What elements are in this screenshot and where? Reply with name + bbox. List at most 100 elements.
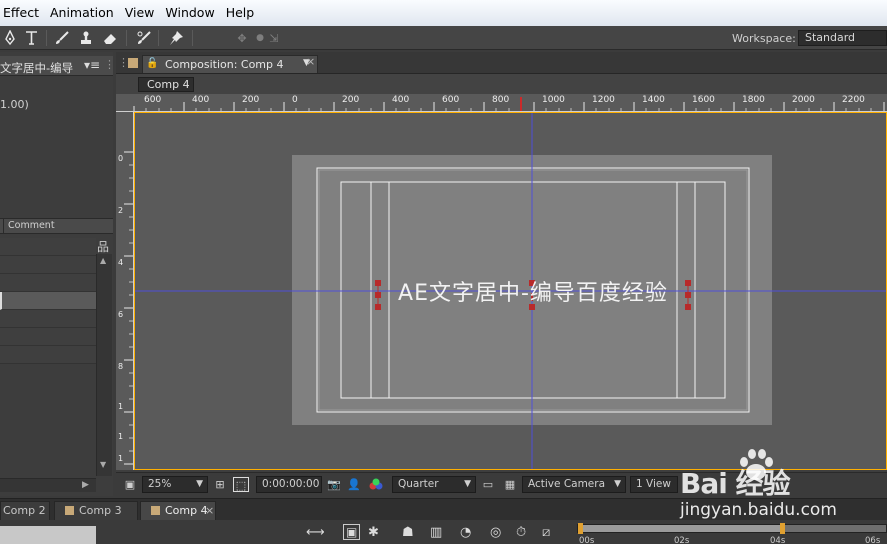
list-item[interactable] — [0, 310, 96, 328]
always-preview-icon[interactable]: ▣ — [122, 477, 138, 492]
composition-navigator: Comp 4 — [116, 74, 887, 94]
tab-comp-3[interactable]: Comp 3 — [54, 501, 138, 520]
lock-icon[interactable]: 🔓 — [146, 58, 158, 69]
list-item[interactable] — [0, 274, 96, 292]
clone-stamp-tool-icon[interactable] — [76, 28, 96, 48]
list-item[interactable] — [0, 238, 96, 256]
list-item-selected[interactable] — [0, 292, 96, 310]
resolution-value: Quarter — [398, 478, 439, 490]
resolution-select[interactable]: Quarter ▼ — [392, 476, 476, 493]
time-mark: 06s — [865, 536, 881, 544]
view-axis-icon[interactable]: ⇲ — [264, 28, 284, 48]
camera-view-value: Active Camera — [528, 478, 606, 490]
show-snapshot-icon[interactable]: 👤 — [346, 477, 362, 492]
list-item[interactable] — [0, 328, 96, 346]
ruler-v-label: 8 — [118, 362, 124, 371]
ruler-h-label: 200 — [242, 95, 260, 105]
work-area-start-handle[interactable] — [578, 523, 583, 534]
watermark-brand: Bai 经验 — [680, 467, 791, 500]
shy-layers-icon[interactable]: ☗ — [402, 525, 414, 540]
composition-tab[interactable]: 🔓 Composition: Comp 4 ▼ — [142, 55, 318, 73]
view-layout-value: 1 View — [636, 478, 671, 490]
frame-blending-icon[interactable]: ▥ — [430, 525, 442, 540]
chevron-down-icon: ▼ — [464, 479, 471, 489]
ruler-h-label: 200 — [342, 95, 360, 105]
chevron-down-icon: ▼ — [196, 479, 203, 489]
ruler-v-label: 1 — [118, 454, 124, 463]
list-item[interactable] — [0, 346, 96, 364]
tab-comp-2[interactable]: Comp 2 — [0, 501, 50, 520]
project-column-header: Comment — [0, 218, 113, 234]
live-update-icon[interactable]: ▣ — [343, 524, 361, 540]
comment-column-label[interactable]: Comment — [8, 220, 55, 231]
ruler-h-label: 1200 — [592, 95, 615, 105]
composition-viewer[interactable]: AE文字居中-编导百度经验 — [134, 112, 887, 470]
motion-blur-icon[interactable]: ◔ — [460, 525, 471, 540]
menu-window[interactable]: Window — [162, 0, 222, 26]
puppet-pin-tool-icon[interactable] — [166, 28, 186, 48]
auto-keyframe-icon[interactable]: ⏱ — [516, 525, 526, 540]
composition-icon — [151, 506, 160, 515]
draft-3d-icon[interactable]: ✱ — [368, 525, 379, 540]
column-divider[interactable] — [0, 219, 4, 233]
workspace-select[interactable]: Standard — [798, 30, 887, 46]
scroll-right-icon[interactable]: ▶ — [82, 480, 89, 490]
tab-comp-4-label: Comp 4 — [165, 504, 208, 517]
camera-view-select[interactable]: Active Camera ▼ — [522, 476, 626, 493]
graph-editor-icon[interactable]: ⧄ — [542, 525, 550, 540]
snapshot-camera-icon[interactable]: 📷 — [326, 477, 342, 492]
ruler-h-label: 800 — [492, 95, 510, 105]
close-icon[interactable]: × — [205, 502, 214, 519]
close-icon[interactable]: × — [306, 55, 315, 68]
composition-tab-label: Composition: Comp 4 — [165, 58, 284, 71]
composition-tabbar: ⋮ 🔓 Composition: Comp 4 ▼ × — [116, 52, 887, 74]
vertical-scrollbar[interactable]: ▲ ▼ — [96, 254, 112, 476]
ruler-h-label: 600 — [442, 95, 460, 105]
text-tool-icon[interactable] — [22, 28, 42, 48]
pen-tool-icon[interactable] — [0, 28, 20, 48]
safe-margins-icon[interactable]: ⊞ — [212, 477, 228, 492]
time-mark: 02s — [674, 536, 690, 544]
composition-mini-flowchart-icon[interactable]: ⟷ — [306, 525, 325, 540]
panel-menu-icon[interactable]: ▾≡ — [84, 58, 100, 72]
toolbar-separator — [192, 30, 193, 46]
magnification-select[interactable]: 25% ▼ — [142, 476, 208, 493]
menu-animation[interactable]: Animation — [47, 0, 122, 26]
ruler-h-label: 1000 — [542, 95, 565, 105]
menu-effect[interactable]: Effect — [0, 0, 47, 26]
horizontal-ruler[interactable]: 600 400 200 0 200 400 600 800 1000 1200 … — [116, 94, 887, 112]
view-layout-select[interactable]: 1 View — [630, 476, 678, 493]
brush-tool-icon[interactable] — [52, 28, 72, 48]
ruler-h-label: 1800 — [742, 95, 765, 105]
region-of-interest-icon[interactable]: ⬚ — [233, 477, 249, 492]
menu-help[interactable]: Help — [223, 0, 263, 26]
vertical-ruler[interactable]: 0 2 4 6 8 1 1 1 — [116, 112, 134, 470]
roto-brush-tool-icon[interactable] — [134, 28, 154, 48]
tab-comp-2-label: Comp 2 — [3, 504, 46, 517]
toolbar-separator — [126, 30, 127, 46]
local-axis-icon[interactable]: ✥ — [232, 28, 252, 48]
panel-grip-icon[interactable]: ⋮ — [104, 58, 115, 71]
watermark-url: jingyan.baidu.com — [680, 500, 837, 520]
menu-view[interactable]: View — [122, 0, 163, 26]
time-mark: 04s — [770, 536, 786, 544]
flowchart-icon[interactable]: 品 — [97, 238, 109, 255]
scroll-up-icon[interactable]: ▲ — [100, 256, 106, 265]
comp-4-button[interactable]: Comp 4 — [138, 77, 194, 92]
transparency-grid-icon[interactable]: ▦ — [502, 477, 518, 492]
timeline-search-field[interactable] — [0, 526, 96, 544]
canvas-text-layer[interactable]: AE文字居中-编导百度经验 — [375, 280, 691, 308]
list-item[interactable] — [0, 256, 96, 274]
brainstorm-icon[interactable]: ◎ — [490, 525, 501, 540]
eraser-tool-icon[interactable] — [100, 28, 120, 48]
horizontal-scrollbar[interactable]: ▶ — [0, 478, 96, 492]
ruler-v-label: 6 — [118, 310, 124, 319]
fast-previews-icon[interactable]: ▭ — [480, 477, 496, 492]
project-panel-tab[interactable]: 文字居中-编导 ▾≡ ⋮ — [0, 56, 115, 76]
project-panel: 文字居中-编导 ▾≡ ⋮ 1.00) Comment 品 ▲ ▼ ▶ — [0, 52, 115, 496]
ruler-h-label: 600 — [144, 95, 162, 105]
scroll-down-icon[interactable]: ▼ — [100, 460, 106, 469]
channel-rgb-icon[interactable] — [368, 477, 384, 492]
tab-comp-4[interactable]: Comp 4 × — [140, 501, 216, 520]
current-time-display[interactable]: 0:00:00:00 — [256, 476, 322, 493]
